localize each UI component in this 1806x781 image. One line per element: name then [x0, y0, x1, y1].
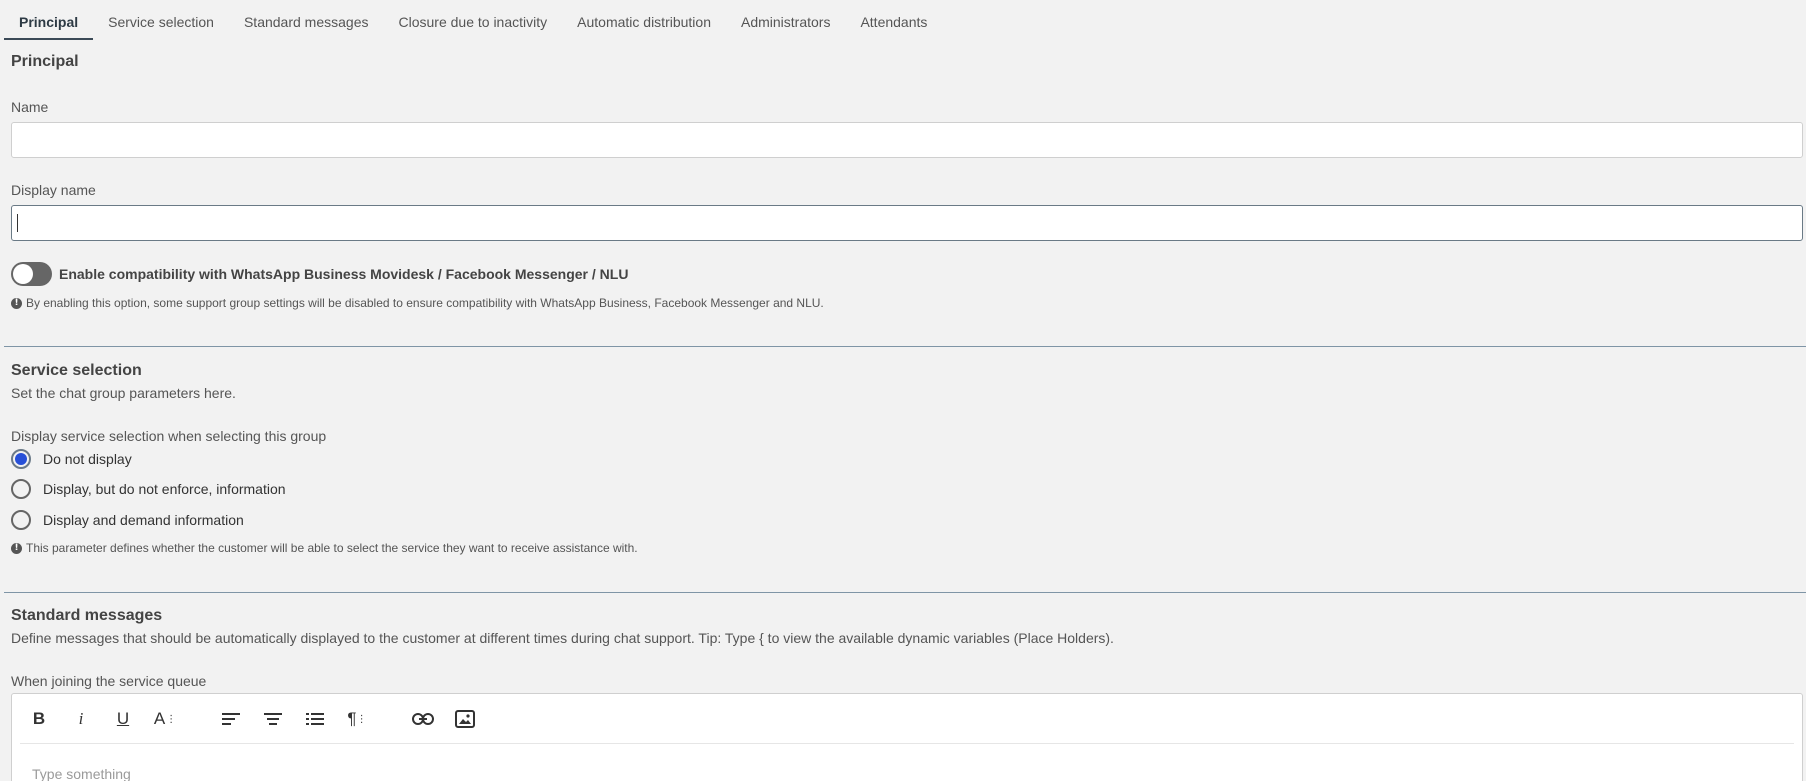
service-selection-info-text: This parameter defines whether the custo… [26, 541, 638, 555]
tab-automatic-distribution[interactable]: Automatic distribution [562, 0, 726, 40]
radio-option-display-not-enforce[interactable]: Display, but do not enforce, information [11, 479, 286, 499]
compatibility-info-text: By enabling this option, some support gr… [26, 296, 824, 310]
font-size-glyph: A [153, 709, 166, 728]
rich-text-editor: B i U A ⋮ ¶ ⋮ Type something [11, 693, 1803, 781]
service-selection-section-title: Service selection [11, 362, 142, 379]
image-icon[interactable] [448, 702, 482, 736]
tab-principal[interactable]: Principal [4, 0, 94, 40]
radio-option-label: Do not display [43, 451, 132, 467]
paragraph-icon[interactable]: ¶ ⋮ [340, 702, 374, 736]
tab-administrators[interactable]: Administrators [726, 0, 845, 40]
name-input[interactable] [11, 122, 1803, 158]
ordered-list-icon[interactable] [298, 702, 332, 736]
tab-closure-due-to-inactivity[interactable]: Closure due to inactivity [384, 0, 563, 40]
tab-standard-messages[interactable]: Standard messages [229, 0, 384, 40]
radio-option-label: Display and demand information [43, 512, 244, 528]
compatibility-toggle-label: Enable compatibility with WhatsApp Busin… [59, 266, 629, 282]
service-selection-info: ! This parameter defines whether the cus… [11, 541, 638, 555]
align-center-icon[interactable] [256, 702, 290, 736]
radio-option-do-not-display[interactable]: Do not display [11, 449, 132, 469]
info-icon: ! [11, 297, 22, 309]
tab-attendants[interactable]: Attendants [845, 0, 942, 40]
italic-icon[interactable]: i [64, 702, 98, 736]
display-name-label: Display name [11, 182, 96, 198]
section-divider [4, 592, 1806, 593]
radio-option-label: Display, but do not enforce, information [43, 481, 286, 497]
radio-option-display-and-demand[interactable]: Display and demand information [11, 510, 244, 530]
service-queue-label: When joining the service queue [11, 673, 207, 689]
link-icon[interactable] [406, 702, 440, 736]
bold-icon[interactable]: B [22, 702, 56, 736]
service-selection-subtitle: Set the chat group parameters here. [11, 385, 236, 401]
align-left-icon[interactable] [214, 702, 248, 736]
section-divider [4, 346, 1806, 347]
display-name-input[interactable] [11, 205, 1803, 241]
radio-button[interactable] [11, 510, 31, 530]
info-icon: ! [11, 542, 22, 554]
settings-tabs: Principal Service selection Standard mes… [4, 0, 942, 40]
font-size-icon[interactable]: A ⋮ [148, 702, 182, 736]
standard-messages-subtitle: Define messages that should be automatic… [11, 630, 1114, 646]
text-caret [17, 214, 18, 232]
editor-text-area[interactable]: Type something [32, 766, 131, 781]
principal-section-title: Principal [11, 53, 79, 70]
compatibility-toggle[interactable] [11, 262, 52, 286]
service-selection-question: Display service selection when selecting… [11, 428, 327, 444]
tab-service-selection[interactable]: Service selection [93, 0, 229, 40]
toggle-knob [13, 264, 33, 284]
compatibility-info: ! By enabling this option, some support … [11, 296, 824, 310]
standard-messages-section-title: Standard messages [11, 607, 163, 624]
editor-toolbar-divider [20, 743, 1794, 744]
radio-button[interactable] [11, 449, 31, 469]
radio-button[interactable] [11, 479, 31, 499]
underline-icon[interactable]: U [106, 702, 140, 736]
support-group-settings-page: Principal Service selection Standard mes… [0, 0, 1806, 781]
editor-toolbar: B i U A ⋮ ¶ ⋮ [22, 702, 490, 736]
name-label: Name [11, 99, 49, 115]
